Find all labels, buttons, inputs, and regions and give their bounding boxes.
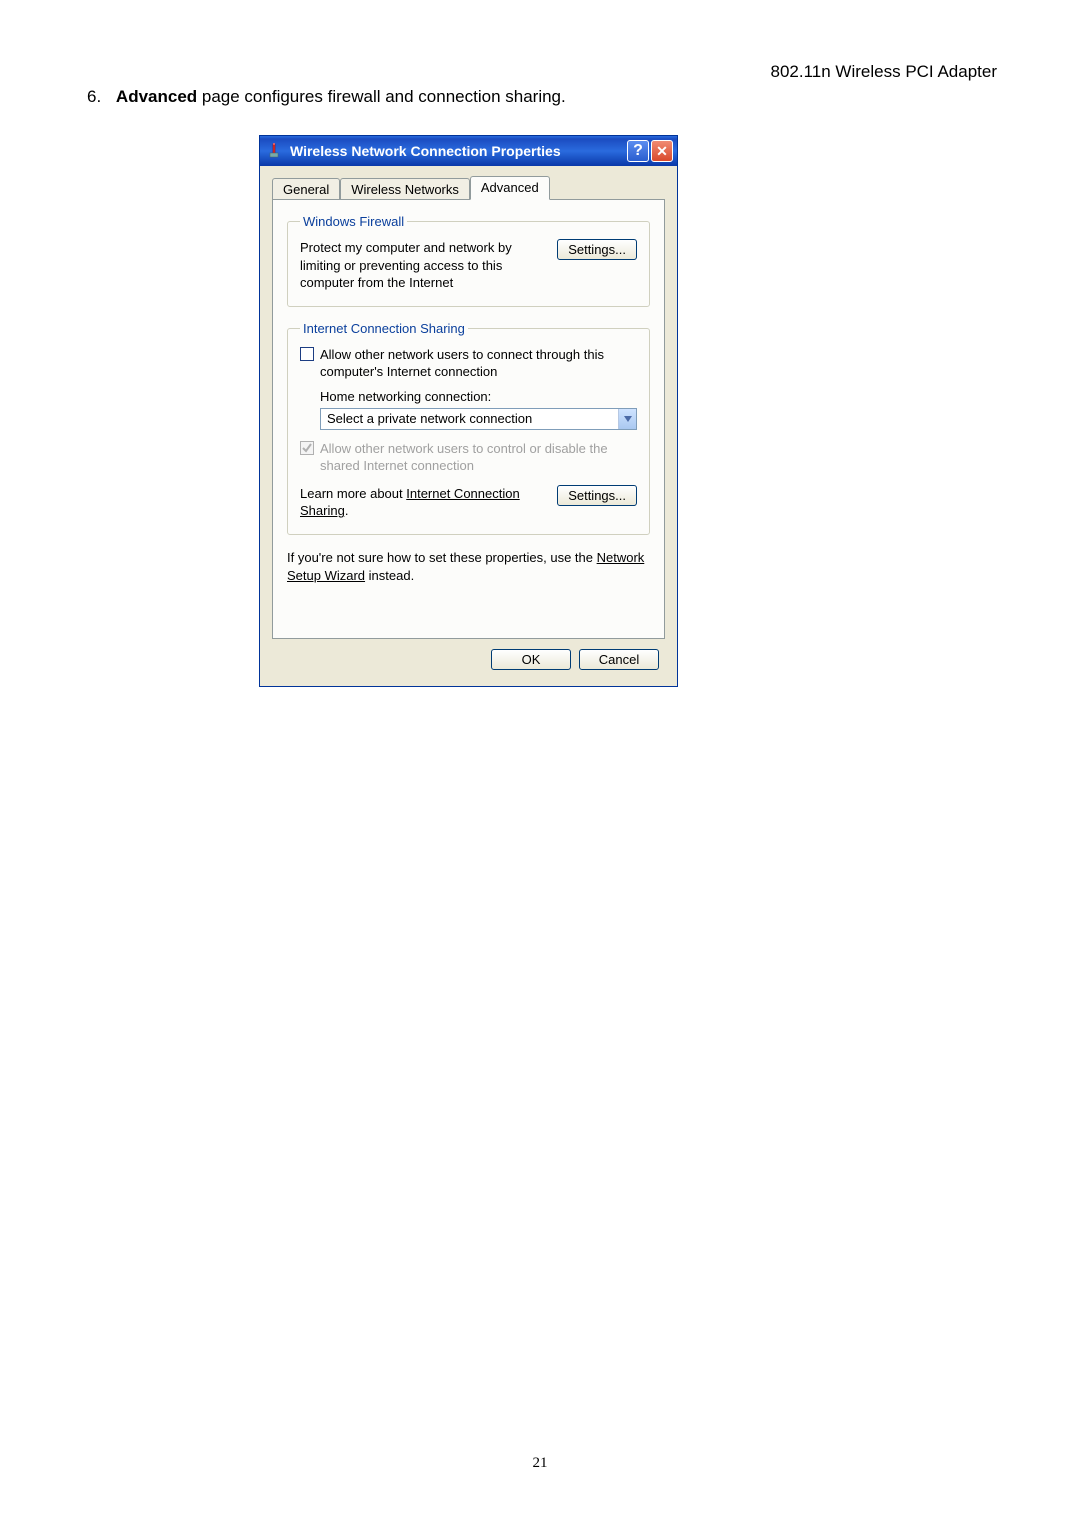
tab-strip: General Wireless Networks Advanced xyxy=(272,176,665,200)
dropdown-home-networking[interactable]: Select a private network connection xyxy=(320,408,637,430)
instruction-line: 6. Advanced page configures firewall and… xyxy=(87,87,566,107)
group-ics: Internet Connection Sharing Allow other … xyxy=(287,321,650,535)
checkbox-allow-control xyxy=(300,441,314,455)
tab-wireless-networks[interactable]: Wireless Networks xyxy=(340,178,470,200)
ics-settings-button[interactable]: Settings... xyxy=(557,485,637,506)
tab-panel-advanced: Windows Firewall Protect my computer and… xyxy=(272,199,665,639)
tab-general[interactable]: General xyxy=(272,178,340,200)
legend-ics: Internet Connection Sharing xyxy=(300,321,468,336)
step-keyword: Advanced xyxy=(116,87,197,106)
properties-dialog: Wireless Network Connection Properties ?… xyxy=(259,135,678,687)
tab-advanced[interactable]: Advanced xyxy=(470,176,550,200)
page-number: 21 xyxy=(0,1455,1080,1472)
help-icon: ? xyxy=(633,142,643,160)
wireless-icon xyxy=(266,142,284,160)
dialog-button-row: OK Cancel xyxy=(272,639,665,674)
dialog-title: Wireless Network Connection Properties xyxy=(290,143,625,159)
firewall-description: Protect my computer and network by limit… xyxy=(300,239,557,292)
wizard-help-text: If you're not sure how to set these prop… xyxy=(287,549,650,585)
help-button[interactable]: ? xyxy=(627,140,649,162)
group-windows-firewall: Windows Firewall Protect my computer and… xyxy=(287,214,650,307)
chevron-down-icon xyxy=(618,409,636,429)
close-button[interactable]: ✕ xyxy=(651,140,673,162)
legend-windows-firewall: Windows Firewall xyxy=(300,214,407,229)
ok-button[interactable]: OK xyxy=(491,649,571,670)
label-allow-connect: Allow other network users to connect thr… xyxy=(320,346,637,381)
learn-more-text: Learn more about Internet Connection Sha… xyxy=(300,485,557,520)
titlebar[interactable]: Wireless Network Connection Properties ?… xyxy=(260,136,677,166)
dropdown-value: Select a private network connection xyxy=(321,409,618,429)
firewall-settings-button[interactable]: Settings... xyxy=(557,239,637,260)
label-home-networking: Home networking connection: xyxy=(320,389,637,404)
step-description: page configures firewall and connection … xyxy=(197,87,566,106)
document-header: 802.11n Wireless PCI Adapter xyxy=(771,62,997,82)
dialog-body: General Wireless Networks Advanced Windo… xyxy=(260,166,677,686)
step-number: 6. xyxy=(87,87,101,106)
close-icon: ✕ xyxy=(656,143,668,160)
cancel-button[interactable]: Cancel xyxy=(579,649,659,670)
label-allow-control: Allow other network users to control or … xyxy=(320,440,637,475)
checkbox-allow-connect[interactable] xyxy=(300,347,314,361)
